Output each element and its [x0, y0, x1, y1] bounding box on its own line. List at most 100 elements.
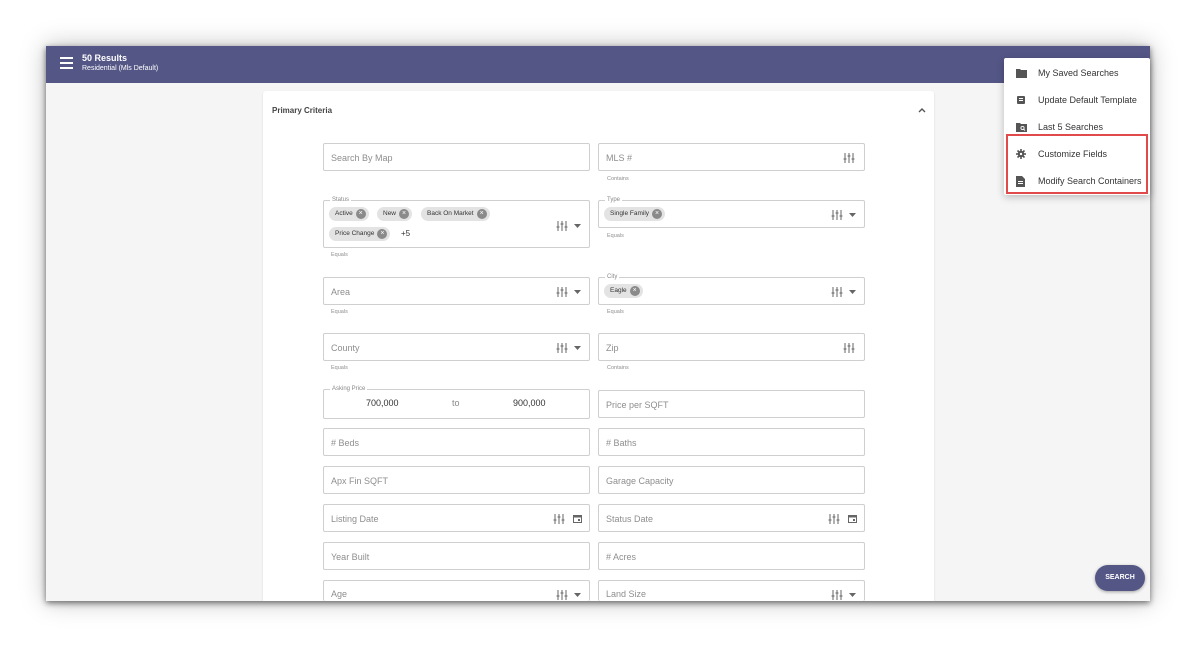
dropdown-arrow-icon[interactable] [574, 346, 581, 351]
operator-icon[interactable] [831, 287, 843, 297]
remove-chip-icon[interactable]: × [355, 209, 366, 219]
status-legend: Status [330, 196, 352, 204]
county-placeholder: County [331, 343, 360, 353]
folder-search-icon [1016, 123, 1027, 132]
status-chip-new[interactable]: New × [377, 207, 413, 221]
dropdown-arrow-icon[interactable] [849, 213, 856, 218]
city-legend: City [605, 273, 620, 281]
area-helper: Equals [331, 309, 348, 315]
listing-date-field[interactable]: Listing Date [323, 504, 590, 532]
garage-capacity-placeholder: Garage Capacity [606, 476, 674, 486]
price-per-sqft-placeholder: Price per SQFT [606, 400, 669, 410]
document-icon [1016, 176, 1025, 187]
search-button[interactable]: SEARCH [1095, 565, 1145, 591]
operator-icon[interactable] [831, 590, 843, 600]
operator-icon[interactable] [556, 221, 568, 231]
apx-fin-sqft-field[interactable]: Apx Fin SQFT [323, 466, 590, 494]
age-placeholder: Age [331, 589, 348, 599]
beds-placeholder: # Beds [331, 438, 360, 448]
dropdown-arrow-icon[interactable] [574, 593, 581, 598]
results-count: 50 Results [82, 53, 128, 63]
type-helper: Equals [607, 233, 624, 239]
calendar-icon[interactable] [573, 514, 582, 523]
menu-item-my-saved-searches[interactable]: My Saved Searches [1004, 60, 1150, 86]
area-placeholder: Area [331, 287, 351, 297]
acres-placeholder: # Acres [606, 552, 637, 562]
operator-icon[interactable] [843, 343, 855, 353]
calendar-icon[interactable] [848, 514, 857, 523]
status-more-count[interactable]: +5 [401, 229, 410, 238]
status-date-field[interactable]: Status Date [598, 504, 865, 532]
beds-field[interactable]: # Beds [323, 428, 590, 456]
operator-icon[interactable] [843, 153, 855, 163]
mls-field[interactable]: MLS # [598, 143, 865, 171]
remove-chip-icon[interactable]: × [629, 286, 640, 296]
type-field[interactable]: Type Single Family × [598, 196, 865, 228]
status-field[interactable]: Status Active × New × Back On Market × Pric… [323, 196, 590, 248]
mls-helper: Contains [607, 176, 629, 182]
operator-icon[interactable] [556, 590, 568, 600]
age-field[interactable]: Age [323, 580, 590, 601]
operator-icon[interactable] [831, 210, 843, 220]
status-chip-active[interactable]: Active × [329, 207, 369, 221]
top-bar: 50 Results Residential (Mls Default) [46, 46, 1150, 83]
asking-price-min[interactable]: 700,000 [366, 398, 399, 408]
remove-chip-icon[interactable]: × [377, 229, 388, 239]
price-per-sqft-field[interactable]: Price per SQFT [598, 390, 865, 418]
status-chip-back-on-market[interactable]: Back On Market × [421, 207, 490, 221]
chevron-up-icon[interactable] [917, 105, 927, 115]
garage-capacity-field[interactable]: Garage Capacity [598, 466, 865, 494]
asking-price-to: to [452, 398, 460, 408]
year-built-field[interactable]: Year Built [323, 542, 590, 570]
year-built-placeholder: Year Built [331, 552, 370, 562]
menu-item-update-default-template[interactable]: Update Default Template [1004, 87, 1150, 113]
search-by-map-placeholder: Search By Map [331, 153, 393, 163]
template-icon [1017, 96, 1025, 104]
remove-chip-icon[interactable]: × [652, 209, 663, 219]
asking-price-field[interactable]: Asking Price 700,000 to 900,000 [323, 385, 590, 419]
city-field[interactable]: City Eagle × [598, 273, 865, 305]
menu-item-customize-fields[interactable]: Customize Fields [1004, 141, 1150, 167]
panel-title: Primary Criteria [272, 106, 333, 115]
baths-placeholder: # Baths [606, 438, 637, 448]
apx-fin-sqft-placeholder: Apx Fin SQFT [331, 476, 389, 486]
city-helper: Equals [607, 309, 624, 315]
gear-icon [1016, 149, 1026, 159]
remove-chip-icon[interactable]: × [476, 209, 487, 219]
type-legend: Type [605, 196, 623, 204]
folder-icon [1016, 69, 1027, 78]
options-menu: My Saved Searches Update Default Templat… [1004, 58, 1150, 195]
land-size-field[interactable]: Land Size [598, 580, 865, 601]
status-chip-price-change[interactable]: Price Change × [329, 227, 391, 241]
operator-icon[interactable] [556, 287, 568, 297]
operator-icon[interactable] [828, 514, 840, 524]
menu-item-modify-search-containers[interactable]: Modify Search Containers [1004, 168, 1150, 194]
area-field[interactable]: Area [323, 277, 590, 305]
mls-placeholder: MLS # [606, 153, 633, 163]
asking-price-max[interactable]: 900,000 [513, 398, 546, 408]
zip-placeholder: Zip [606, 343, 619, 353]
operator-icon[interactable] [556, 343, 568, 353]
status-helper: Equals [331, 252, 348, 258]
dropdown-arrow-icon[interactable] [574, 224, 581, 229]
asking-price-legend: Asking Price [330, 385, 368, 393]
zip-field[interactable]: Zip [598, 333, 865, 361]
type-chip-single-family[interactable]: Single Family × [604, 207, 666, 221]
county-helper: Equals [331, 365, 348, 371]
dropdown-arrow-icon[interactable] [849, 593, 856, 598]
operator-icon[interactable] [553, 514, 565, 524]
listing-date-placeholder: Listing Date [331, 514, 379, 524]
baths-field[interactable]: # Baths [598, 428, 865, 456]
land-size-placeholder: Land Size [606, 589, 647, 599]
status-date-placeholder: Status Date [606, 514, 654, 524]
menu-item-last-5-searches[interactable]: Last 5 Searches [1004, 114, 1150, 140]
acres-field[interactable]: # Acres [598, 542, 865, 570]
search-by-map-field[interactable]: Search By Map [323, 143, 590, 171]
city-chip-eagle[interactable]: Eagle × [604, 284, 643, 298]
dropdown-arrow-icon[interactable] [574, 290, 581, 295]
remove-chip-icon[interactable]: × [399, 209, 410, 219]
menu-icon[interactable] [60, 57, 73, 70]
county-field[interactable]: County [323, 333, 590, 361]
search-template-name: Residential (Mls Default) [82, 65, 159, 72]
dropdown-arrow-icon[interactable] [849, 290, 856, 295]
